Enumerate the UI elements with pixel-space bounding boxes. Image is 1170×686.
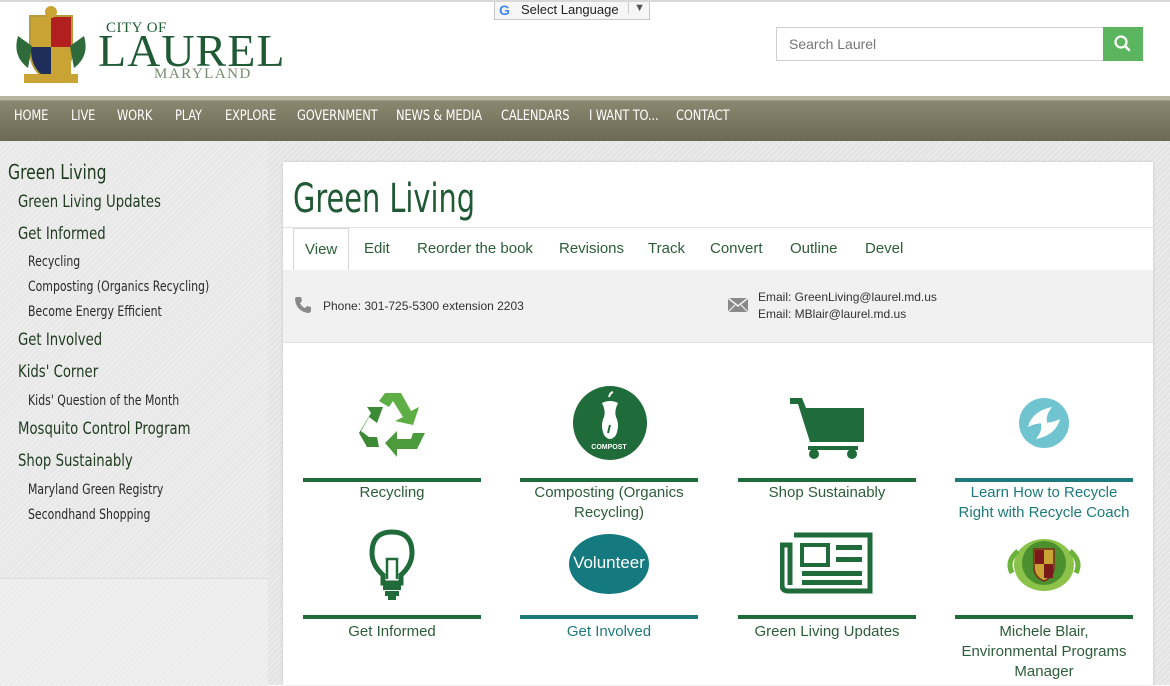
tile-label: Learn How to Recycle Right with Recycle … xyxy=(958,484,1130,521)
nav-government[interactable]: GOVERNMENT xyxy=(297,108,378,124)
site-header: CITY OF LAUREL MARYLAND G Select Languag… xyxy=(0,0,1170,96)
nav-i-want-to[interactable]: I WANT TO... xyxy=(589,108,659,124)
tab-revisions[interactable]: Revisions xyxy=(559,228,624,269)
sidebar xyxy=(0,141,268,686)
tile-get-involved[interactable]: Volunteer Get Involved xyxy=(520,527,698,640)
sidebar-item-composting[interactable]: Composting (Organics Recycling) xyxy=(28,279,209,295)
sidebar-item-get-involved[interactable]: Get Involved xyxy=(18,330,102,350)
tile-label: Recycling xyxy=(359,484,425,501)
main-nav: HOME LIVE WORK PLAY EXPLORE GOVERNMENT N… xyxy=(0,96,1170,141)
tab-edit[interactable]: Edit xyxy=(364,228,390,269)
city-seal-icon xyxy=(1007,539,1081,591)
tile-divider xyxy=(955,478,1133,482)
nav-news-media[interactable]: NEWS & MEDIA xyxy=(396,108,482,124)
tile-get-informed[interactable]: Get Informed xyxy=(303,527,481,640)
tab-bar: View Edit Reorder the book Revisions Tra… xyxy=(283,227,1153,271)
sidebar-item-shop-sustainably[interactable]: Shop Sustainably xyxy=(18,451,133,471)
tile-label: Michele Blair, Environmental Programs Ma… xyxy=(961,623,1127,680)
tile-divider xyxy=(955,615,1133,619)
nav-live[interactable]: LIVE xyxy=(71,108,95,124)
tile-divider xyxy=(520,478,698,482)
nav-explore[interactable]: EXPLORE xyxy=(225,108,276,124)
search-button[interactable] xyxy=(1103,27,1143,61)
tab-convert[interactable]: Convert xyxy=(710,228,763,269)
phone-icon xyxy=(295,297,311,313)
tile-divider xyxy=(303,615,481,619)
google-icon: G xyxy=(499,2,510,18)
sidebar-item-green-living-updates[interactable]: Green Living Updates xyxy=(18,192,161,212)
sidebar-item-get-informed[interactable]: Get Informed xyxy=(18,224,106,244)
tile-composting[interactable]: COMPOST Composting (Organics Recycling) xyxy=(520,382,698,522)
tab-devel[interactable]: Devel xyxy=(865,228,903,269)
volunteer-badge-text: Volunteer xyxy=(573,553,645,572)
sidebar-item-secondhand[interactable]: Secondhand Shopping xyxy=(28,507,150,523)
newspaper-icon xyxy=(780,532,873,594)
recycle-icon xyxy=(359,393,425,457)
tile-label: Composting (Organics Recycling) xyxy=(534,484,684,521)
sidebar-item-mosquito-control[interactable]: Mosquito Control Program xyxy=(18,419,191,439)
city-logo[interactable]: CITY OF LAUREL MARYLAND xyxy=(8,6,284,88)
page-title: Green Living xyxy=(293,176,476,222)
dropdown-arrow-icon: ▼ xyxy=(628,2,645,14)
city-crest-icon xyxy=(16,6,86,84)
tile-michele-blair[interactable]: Michele Blair, Environmental Programs Ma… xyxy=(955,527,1133,680)
language-label: Select Language xyxy=(521,2,619,17)
search-input[interactable] xyxy=(776,27,1104,61)
main-content: Green Living View Edit Reorder the book … xyxy=(283,162,1153,685)
tile-label: Green Living Updates xyxy=(754,623,900,640)
tile-label: Get Involved xyxy=(566,623,652,640)
sidebar-item-green-registry[interactable]: Maryland Green Registry xyxy=(28,482,163,498)
nav-play[interactable]: PLAY xyxy=(175,108,202,124)
shopping-cart-icon xyxy=(790,398,864,459)
sidebar-item-kids-corner[interactable]: Kids' Corner xyxy=(18,362,98,382)
tile-divider xyxy=(738,615,916,619)
tile-label: Get Informed xyxy=(348,623,436,640)
contact-email-greenliving[interactable]: Email: GreenLiving@laurel.md.us xyxy=(758,290,937,304)
compost-badge-text: COMPOST xyxy=(591,444,627,451)
tab-reorder-book[interactable]: Reorder the book xyxy=(417,228,533,269)
tile-divider xyxy=(738,478,916,482)
language-selector[interactable]: G Select Language ▼ xyxy=(494,2,650,20)
nav-work[interactable]: WORK xyxy=(117,108,152,124)
nav-home[interactable]: HOME xyxy=(14,108,48,124)
contact-phone: Phone: 301-725-5300 extension 2203 xyxy=(323,299,524,313)
tile-green-living-updates[interactable]: Green Living Updates xyxy=(738,527,916,640)
nav-contact[interactable]: CONTACT xyxy=(676,108,729,124)
tab-outline[interactable]: Outline xyxy=(790,228,838,269)
nav-calendars[interactable]: CALENDARS xyxy=(501,108,570,124)
tile-divider xyxy=(303,478,481,482)
lightbulb-icon xyxy=(369,529,415,600)
logo-maryland: MARYLAND xyxy=(154,66,252,82)
tile-shop-sustainably[interactable]: Shop Sustainably xyxy=(738,382,916,502)
tile-recycling[interactable]: Recycling xyxy=(303,382,481,502)
sidebar-footer-area xyxy=(0,578,268,686)
sidebar-item-recycling[interactable]: Recycling xyxy=(28,254,80,270)
sidebar-item-green-living[interactable]: Green Living xyxy=(8,160,107,184)
contact-email-mblair[interactable]: Email: MBlair@laurel.md.us xyxy=(758,307,906,321)
tile-divider xyxy=(520,615,698,619)
search-icon xyxy=(1114,35,1131,52)
tile-recycle-coach[interactable]: Learn How to Recycle Right with Recycle … xyxy=(955,382,1133,522)
contact-info: Phone: 301-725-5300 extension 2203 Email… xyxy=(283,270,1153,343)
envelope-icon xyxy=(727,297,749,313)
tab-view[interactable]: View xyxy=(293,228,350,271)
tab-track[interactable]: Track xyxy=(648,228,685,269)
sidebar-item-kids-question[interactable]: Kids' Question of the Month xyxy=(28,393,179,409)
recycle-coach-icon xyxy=(1019,398,1069,448)
tile-label: Shop Sustainably xyxy=(768,484,886,501)
sidebar-item-energy-efficient[interactable]: Become Energy Efficient xyxy=(28,304,162,320)
